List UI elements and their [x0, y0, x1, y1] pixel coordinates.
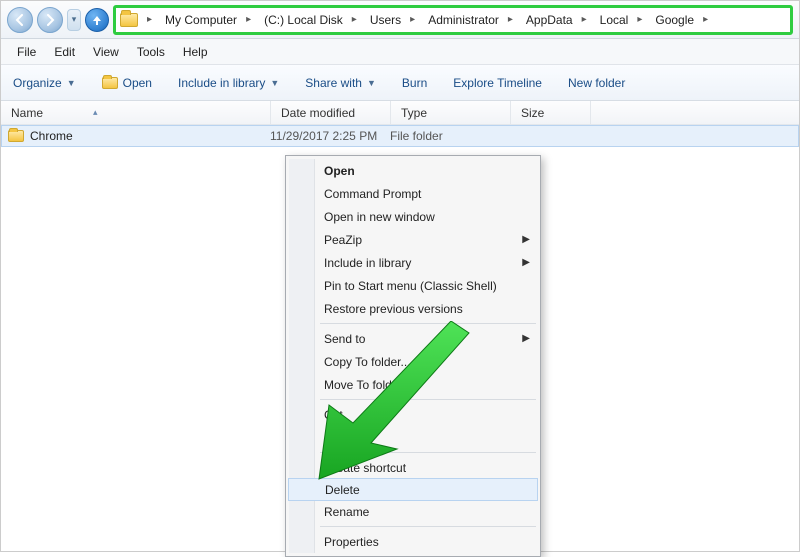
cm-peazip-label: PeaZip [324, 233, 362, 247]
menu-help[interactable]: Help [175, 42, 216, 62]
cm-open-new-window[interactable]: Open in new window [288, 205, 538, 228]
folder-open-icon [102, 77, 118, 89]
share-label: Share with [305, 76, 362, 90]
explore-timeline-button[interactable]: Explore Timeline [451, 72, 544, 94]
crumb-users[interactable]: Users [362, 8, 405, 32]
col-date[interactable]: Date modified [271, 101, 391, 124]
context-menu: Open Command Prompt Open in new window P… [285, 155, 541, 557]
chevron-down-icon: ▼ [67, 78, 76, 88]
menu-edit[interactable]: Edit [46, 42, 83, 62]
crumb-admin[interactable]: Administrator [420, 8, 503, 32]
separator [320, 452, 536, 453]
chevron-right-icon[interactable]: ▸ [577, 14, 592, 25]
new-folder-button[interactable]: New folder [566, 72, 627, 94]
cm-copy-to[interactable]: Copy To folder... [288, 350, 538, 373]
submenu-arrow-icon: ▶ [522, 234, 530, 245]
crumb-my-computer[interactable]: My Computer [157, 8, 241, 32]
cm-command-prompt[interactable]: Command Prompt [288, 182, 538, 205]
cm-open[interactable]: Open [288, 159, 538, 182]
share-with-button[interactable]: Share with ▼ [303, 72, 378, 94]
chevron-right-icon[interactable]: ▸ [503, 14, 518, 25]
cm-cut[interactable]: Cut [288, 403, 538, 426]
open-button[interactable]: Open [100, 72, 154, 94]
cm-create-shortcut[interactable]: Create shortcut [288, 456, 538, 479]
submenu-arrow-icon: ▶ [522, 257, 530, 268]
organize-label: Organize [13, 76, 62, 90]
chevron-right-icon[interactable]: ▸ [142, 14, 157, 25]
burn-button[interactable]: Burn [400, 72, 429, 94]
chevron-down-icon: ▼ [367, 78, 376, 88]
include-label: Include in library [178, 76, 265, 90]
folder-icon [8, 130, 24, 142]
cm-rename[interactable]: Rename [288, 500, 538, 523]
breadcrumb: My Computer ▸ (C:) Local Disk ▸ Users ▸ … [157, 8, 713, 32]
col-size[interactable]: Size [511, 101, 591, 124]
cm-delete[interactable]: Delete [288, 478, 538, 501]
cm-include-label: Include in library [324, 256, 411, 270]
cm-copy[interactable]: Copy [288, 426, 538, 449]
col-name-label: Name [11, 106, 43, 120]
submenu-arrow-icon: ▶ [522, 333, 530, 344]
cm-send-to[interactable]: Send to ▶ [288, 327, 538, 350]
menu-file[interactable]: File [9, 42, 44, 62]
crumb-c-drive[interactable]: (C:) Local Disk [256, 8, 347, 32]
cm-properties[interactable]: Properties [288, 530, 538, 553]
chevron-right-icon[interactable]: ▸ [347, 14, 362, 25]
cm-sendto-label: Send to [324, 332, 365, 346]
file-type: File folder [390, 129, 510, 143]
crumb-appdata[interactable]: AppData [518, 8, 577, 32]
separator [320, 323, 536, 324]
forward-button[interactable] [37, 7, 63, 33]
cm-include-library[interactable]: Include in library ▶ [288, 251, 538, 274]
sort-asc-icon: ▴ [93, 107, 98, 118]
chevron-right-icon[interactable]: ▸ [632, 14, 647, 25]
col-name[interactable]: Name ▴ [1, 101, 271, 124]
organize-button[interactable]: Organize ▼ [11, 72, 78, 94]
crumb-google[interactable]: Google [647, 8, 698, 32]
chevron-right-icon[interactable]: ▸ [698, 14, 713, 25]
column-headers: Name ▴ Date modified Type Size [1, 101, 799, 125]
history-dropdown[interactable]: ▾ [67, 9, 81, 31]
address-bar[interactable]: ▸ My Computer ▸ (C:) Local Disk ▸ Users … [113, 5, 793, 35]
col-type[interactable]: Type [391, 101, 511, 124]
menubar: File Edit View Tools Help [1, 39, 799, 65]
menu-tools[interactable]: Tools [129, 42, 173, 62]
chevron-right-icon[interactable]: ▸ [405, 14, 420, 25]
crumb-local[interactable]: Local [592, 8, 633, 32]
include-in-library-button[interactable]: Include in library ▼ [176, 72, 281, 94]
toolbar: Organize ▼ Open Include in library ▼ Sha… [1, 65, 799, 101]
chevron-down-icon: ▼ [270, 78, 279, 88]
separator [320, 526, 536, 527]
file-name: Chrome [30, 129, 270, 143]
file-list: Chrome 11/29/2017 2:25 PM File folder [1, 125, 799, 147]
open-label: Open [123, 76, 152, 90]
menu-view[interactable]: View [85, 42, 127, 62]
up-button[interactable] [85, 8, 109, 32]
back-button[interactable] [7, 7, 33, 33]
folder-icon [120, 13, 138, 27]
list-item[interactable]: Chrome 11/29/2017 2:25 PM File folder [1, 125, 799, 147]
cm-move-to[interactable]: Move To folder... [288, 373, 538, 396]
cm-pin-start[interactable]: Pin to Start menu (Classic Shell) [288, 274, 538, 297]
file-date: 11/29/2017 2:25 PM [270, 129, 390, 143]
separator [320, 399, 536, 400]
chevron-right-icon[interactable]: ▸ [241, 14, 256, 25]
cm-restore-versions[interactable]: Restore previous versions [288, 297, 538, 320]
cm-peazip[interactable]: PeaZip ▶ [288, 228, 538, 251]
